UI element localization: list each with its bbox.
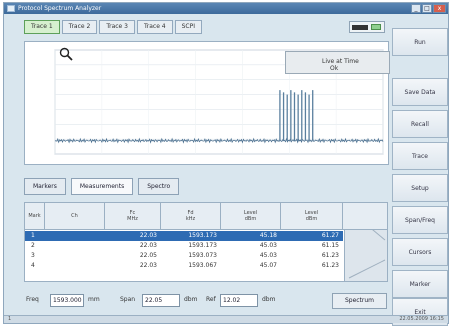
- window-controls: _ □ x: [411, 4, 446, 13]
- table-cell: 22.03: [139, 262, 157, 269]
- tab-markers[interactable]: Markers: [24, 178, 66, 195]
- span-field[interactable]: 22.05: [142, 294, 180, 307]
- table-side-panel: [344, 209, 387, 281]
- overlay-ok-button[interactable]: Ok: [330, 65, 338, 72]
- cursors-button[interactable]: Cursors: [392, 238, 448, 266]
- save-data-button[interactable]: Save Data: [392, 78, 448, 106]
- span-freq-button[interactable]: Span/Freq: [392, 206, 448, 234]
- table-cell: [45, 251, 105, 261]
- status-datetime: 22.05.2009 16:15: [399, 316, 444, 322]
- spectrum-button[interactable]: Spectrum: [332, 293, 387, 309]
- table-cell: 4: [31, 262, 35, 269]
- freq-field[interactable]: 1593.000: [50, 294, 84, 307]
- ref-field[interactable]: 12.02: [220, 294, 258, 307]
- side-panel-decoration: [348, 209, 386, 279]
- spectrum-chart[interactable]: Live at Time Ok: [24, 41, 390, 165]
- battery-icon: [352, 24, 368, 30]
- tab-spectro[interactable]: Spectro: [138, 178, 180, 195]
- table-cell: 1: [31, 232, 35, 239]
- column-header-level-2[interactable]: Level dBm: [281, 203, 343, 230]
- column-header-mark[interactable]: Mark: [25, 203, 45, 230]
- measure-tabs: Markers Measurements Spectro: [24, 178, 180, 195]
- title-bar: Protocol Spectrum Analyzer _ □ x: [4, 3, 448, 14]
- tab-trace-3[interactable]: Trace 3: [99, 20, 135, 34]
- table-body: 1 22.03 1593.173 45.18 61.27 2 22.03 159…: [25, 231, 343, 271]
- magnifier-icon[interactable]: [59, 47, 73, 61]
- minimize-button[interactable]: _: [411, 4, 421, 13]
- table-cell: 22.05: [139, 252, 157, 259]
- table-row[interactable]: 1 22.03 1593.173 45.18 61.27: [25, 231, 343, 241]
- status-bar: 1 22.05.2009 16:15: [4, 315, 448, 323]
- column-header-ch[interactable]: Ch: [45, 203, 105, 230]
- bottom-controls: Freq 1593.000 mm Span 22.05 dbm Ref 12.0…: [24, 292, 387, 310]
- table-row[interactable]: 2 22.03 1593.173 45.03 61.15: [25, 241, 343, 251]
- table-cell: [45, 231, 105, 241]
- table-cell: 22.03: [139, 242, 157, 249]
- table-cell: 3: [31, 252, 35, 259]
- recall-button[interactable]: Recall: [392, 110, 448, 138]
- column-header-empty: [343, 203, 387, 230]
- maximize-button[interactable]: □: [422, 4, 432, 13]
- overlay-text: Live at Time: [322, 58, 359, 65]
- column-header-level-1[interactable]: Level dBm: [221, 203, 281, 230]
- table-cell: 45.03: [259, 242, 277, 249]
- status-led-icon: [371, 24, 381, 30]
- table-cell: 61.15: [321, 242, 339, 249]
- table-cell: 1593.173: [188, 232, 217, 239]
- tab-measurements[interactable]: Measurements: [70, 178, 134, 195]
- status-left-text: 1: [8, 316, 12, 322]
- window-title: Protocol Spectrum Analyzer: [18, 5, 102, 12]
- table-cell: 45.18: [259, 232, 277, 239]
- tab-scpi[interactable]: SCPI: [174, 20, 203, 34]
- marker-button[interactable]: Marker: [392, 270, 448, 298]
- run-button[interactable]: Run: [392, 28, 448, 56]
- table-cell: 61.23: [321, 262, 339, 269]
- close-button[interactable]: x: [433, 4, 446, 13]
- span-unit: dbm: [184, 296, 198, 303]
- table-cell: 45.07: [259, 262, 277, 269]
- app-icon: [7, 5, 15, 12]
- live-overlay: Live at Time Ok: [285, 51, 390, 74]
- table-cell: 2: [31, 242, 35, 249]
- ref-label: Ref: [206, 296, 216, 303]
- column-header-fd[interactable]: Fd kHz: [161, 203, 221, 230]
- app-window: Protocol Spectrum Analyzer _ □ x Trace 1…: [3, 2, 449, 326]
- table-cell: 22.03: [139, 232, 157, 239]
- table-header: Mark Ch Fc MHz Fd kHz Level dBm Level dB…: [25, 203, 387, 230]
- freq-unit: mm: [88, 296, 100, 303]
- table-row[interactable]: 3 22.05 1593.073 45.03 61.23: [25, 251, 343, 261]
- table-cell: 61.27: [321, 232, 339, 239]
- trace-tabs: Trace 1 Trace 2 Trace 3 Trace 4 SCPI: [24, 20, 203, 34]
- table-row[interactable]: 4 22.03 1593.067 45.07 61.23: [25, 261, 343, 271]
- trace-button[interactable]: Trace: [392, 142, 448, 170]
- freq-label: Freq: [26, 296, 39, 303]
- table-cell: 1593.073: [188, 252, 217, 259]
- table-cell: 1593.067: [188, 262, 217, 269]
- table-cell: [45, 241, 105, 251]
- marker-table: Mark Ch Fc MHz Fd kHz Level dBm Level dB…: [24, 202, 388, 282]
- setup-button[interactable]: Setup: [392, 174, 448, 202]
- tab-trace-2[interactable]: Trace 2: [61, 20, 98, 34]
- table-cell: [45, 261, 105, 271]
- span-label: Span: [120, 296, 136, 303]
- tab-trace-1[interactable]: Trace 1: [24, 20, 60, 34]
- table-cell: 1593.173: [188, 242, 217, 249]
- table-cell: 61.23: [321, 252, 339, 259]
- tab-trace-4[interactable]: Trace 4: [136, 20, 173, 34]
- table-cell: 45.03: [259, 252, 277, 259]
- ref-unit: dbm: [262, 296, 276, 303]
- status-indicator[interactable]: [349, 21, 385, 33]
- column-header-fc[interactable]: Fc MHz: [105, 203, 161, 230]
